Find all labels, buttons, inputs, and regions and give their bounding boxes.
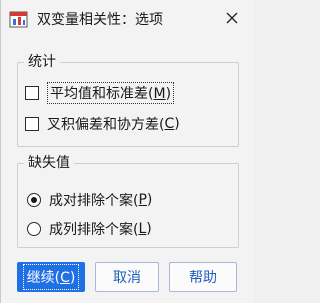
means-suffix: ) xyxy=(165,86,172,102)
cancel-label: 取消 xyxy=(113,270,141,286)
help-label: 帮助 xyxy=(189,270,217,286)
continue-focus: 继续(C) xyxy=(22,264,80,290)
cancel-button[interactable]: 取消 xyxy=(95,262,159,292)
pairwise-radio-row[interactable]: 成对排除个案(P) xyxy=(27,190,152,210)
crossprod-checkbox-row[interactable]: 叉积偏差和协方差(C) xyxy=(25,114,180,134)
continue-suffix: ) xyxy=(69,270,76,286)
continue-hotkey: C xyxy=(60,270,70,286)
crossprod-suffix: ) xyxy=(174,116,180,132)
means-label-focus: 平均值和标准差(M) xyxy=(47,82,175,104)
listwise-label: 成列排除个案( xyxy=(49,222,139,238)
crossprod-checkbox[interactable] xyxy=(25,117,39,131)
help-button[interactable]: 帮助 xyxy=(169,262,237,292)
radio-selected-dot xyxy=(31,197,37,203)
continue-button[interactable]: 继续(C) xyxy=(17,262,85,292)
pairwise-hotkey: P xyxy=(138,192,147,208)
listwise-suffix: ) xyxy=(146,221,152,237)
app-icon xyxy=(9,11,28,28)
listwise-hotkey: L xyxy=(138,221,147,237)
listwise-radio[interactable] xyxy=(27,222,41,236)
continue-label: 继续( xyxy=(26,270,61,286)
crossprod-label: 叉积偏差和协方差( xyxy=(47,117,165,133)
pairwise-label: 成对排除个案( xyxy=(49,193,139,209)
means-checkbox-row[interactable]: 平均值和标准差(M) xyxy=(25,82,175,104)
title-bar: 双变量相关性：选项 xyxy=(1,0,255,36)
close-icon xyxy=(226,12,238,24)
listwise-radio-row[interactable]: 成列排除个案(L) xyxy=(27,219,152,239)
dialog-title: 双变量相关性：选项 xyxy=(37,12,163,28)
close-button[interactable] xyxy=(219,6,245,30)
pairwise-radio[interactable] xyxy=(27,193,41,207)
options-dialog: 双变量相关性：选项 统计 平均值和标准差(M) 叉积偏差和协方差(C) 缺失值 … xyxy=(0,0,255,303)
pairwise-suffix: ) xyxy=(146,192,153,208)
statistics-legend: 统计 xyxy=(24,52,60,72)
means-label: 平均值和标准差( xyxy=(50,86,154,102)
crossprod-hotkey: C xyxy=(164,116,175,132)
statistics-group: 统计 xyxy=(17,52,239,147)
means-hotkey: M xyxy=(153,86,166,102)
missing-values-legend: 缺失值 xyxy=(24,153,74,173)
means-checkbox[interactable] xyxy=(25,86,39,100)
